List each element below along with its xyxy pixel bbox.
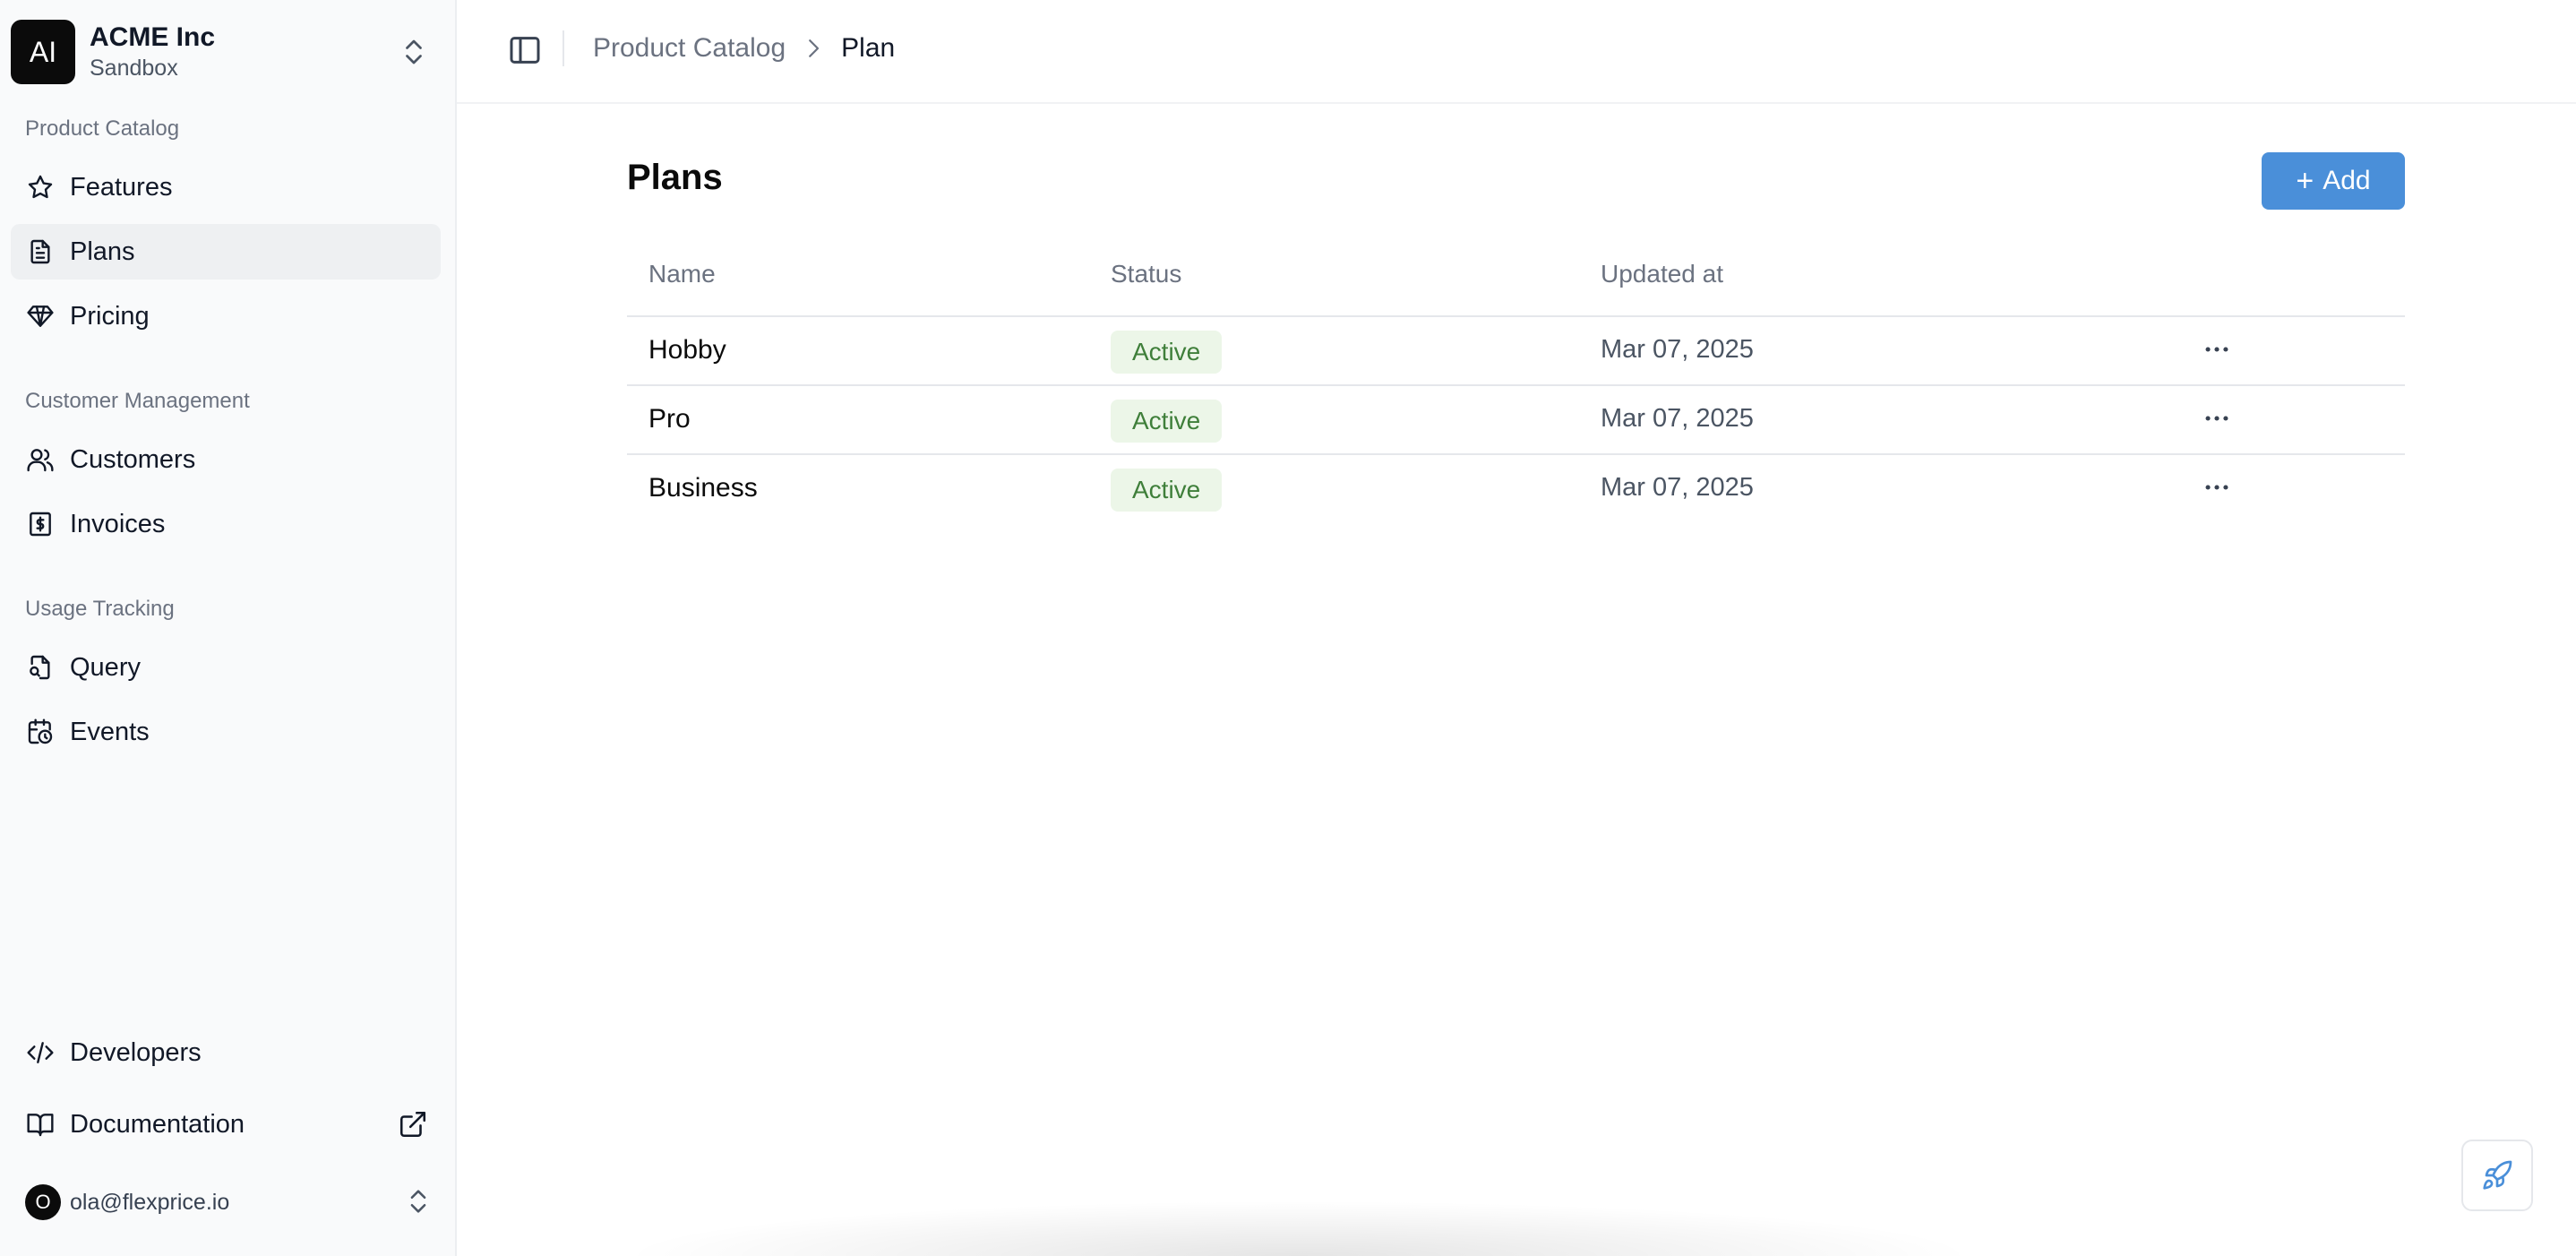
main-content: Product Catalog Plan Plans + Add Name St… (457, 0, 2576, 1256)
org-avatar: AI (11, 20, 75, 84)
app-root: AI ACME Inc Sandbox Product Catalog Feat… (0, 0, 2576, 1256)
plan-name: Hobby (648, 335, 726, 365)
column-header-status: Status (1111, 260, 1182, 288)
updated-at: Mar 07, 2025 (1601, 404, 1754, 433)
rocket-icon (2481, 1159, 2513, 1191)
plan-name: Pro (648, 404, 691, 434)
table-header: Name Status Updated at (627, 242, 2405, 317)
org-text: ACME Inc Sandbox (90, 22, 215, 82)
updated-at: Mar 07, 2025 (1601, 335, 1754, 364)
sidebar-item-label: Customers (70, 444, 196, 474)
diamond-icon (25, 301, 56, 331)
sidebar-item-customers[interactable]: Customers (11, 432, 441, 487)
more-horizontal-icon[interactable] (2199, 400, 2235, 436)
section-label-product-catalog: Product Catalog (25, 116, 180, 141)
page-title: Plans (627, 158, 723, 197)
sidebar-item-invoices[interactable]: Invoices (11, 496, 441, 552)
column-header-updated-at: Updated at (1601, 260, 1723, 288)
table-row[interactable]: Pro Active Mar 07, 2025 (627, 386, 2405, 455)
breadcrumb: Product Catalog Plan (593, 30, 895, 66)
status-badge: Active (1111, 400, 1223, 443)
file-search-icon (25, 652, 56, 683)
external-link-icon (398, 1109, 428, 1140)
sidebar-item-plans[interactable]: Plans (11, 224, 441, 280)
calendar-clock-icon (25, 717, 56, 747)
sidebar-item-label: Features (70, 172, 173, 202)
sidebar-item-features[interactable]: Features (11, 159, 441, 215)
sidebar-item-events[interactable]: Events (11, 704, 441, 760)
add-plan-button[interactable]: + Add (2262, 152, 2405, 210)
chevrons-up-down-icon[interactable] (398, 36, 430, 68)
plan-name: Business (648, 473, 758, 503)
org-name: ACME Inc (90, 22, 216, 52)
section-label-customer-management: Customer Management (25, 389, 250, 413)
status-badge: Active (1111, 469, 1223, 512)
book-icon (25, 1109, 56, 1140)
org-switcher[interactable]: AI ACME Inc Sandbox (11, 20, 444, 84)
invoice-icon (25, 509, 56, 539)
sidebar-item-label: Developers (70, 1037, 202, 1067)
more-horizontal-icon[interactable] (2199, 469, 2235, 505)
avatar: O (25, 1184, 61, 1220)
section-label-usage-tracking: Usage Tracking (25, 597, 175, 621)
topbar: Product Catalog Plan (457, 0, 2576, 104)
user-email: ola@flexprice.io (70, 1189, 230, 1215)
plans-table: Name Status Updated at Hobby Active Mar … (627, 242, 2405, 524)
topbar-divider (562, 30, 564, 66)
table-row[interactable]: Business Active Mar 07, 2025 (627, 455, 2405, 524)
breadcrumb-current: Plan (841, 33, 896, 63)
sidebar-item-pricing[interactable]: Pricing (11, 288, 441, 344)
sidebar-item-query[interactable]: Query (11, 640, 441, 695)
breadcrumb-parent[interactable]: Product Catalog (593, 33, 786, 64)
star-icon (25, 172, 56, 202)
onboarding-launcher-button[interactable] (2461, 1140, 2533, 1211)
org-environment: Sandbox (90, 56, 178, 81)
sidebar-item-developers[interactable]: Developers (11, 1025, 441, 1080)
code-icon (25, 1037, 56, 1068)
column-header-name: Name (648, 260, 716, 288)
updated-at: Mar 07, 2025 (1601, 473, 1754, 502)
status-badge: Active (1111, 331, 1223, 374)
sidebar-item-label: Query (70, 652, 141, 682)
sidebar-toggle-icon[interactable] (507, 32, 543, 68)
bottom-shadow (618, 1200, 1979, 1256)
sidebar-item-label: Events (70, 717, 150, 746)
plus-icon: + (2296, 164, 2314, 198)
sidebar-item-label: Pricing (70, 301, 150, 331)
add-button-label: Add (2323, 166, 2371, 195)
more-horizontal-icon[interactable] (2199, 331, 2235, 367)
sidebar-item-documentation[interactable]: Documentation (11, 1097, 441, 1152)
sidebar: AI ACME Inc Sandbox Product Catalog Feat… (0, 0, 457, 1256)
document-icon (25, 237, 56, 267)
table-row[interactable]: Hobby Active Mar 07, 2025 (627, 317, 2405, 386)
sidebar-item-label: Plans (70, 237, 135, 266)
sidebar-item-label: Documentation (70, 1109, 245, 1139)
sidebar-item-label: Invoices (70, 509, 166, 538)
chevrons-up-down-icon[interactable] (403, 1186, 434, 1217)
chevron-right-icon (800, 35, 827, 62)
users-icon (25, 444, 56, 475)
user-menu[interactable]: O ola@flexprice.io (25, 1184, 434, 1220)
